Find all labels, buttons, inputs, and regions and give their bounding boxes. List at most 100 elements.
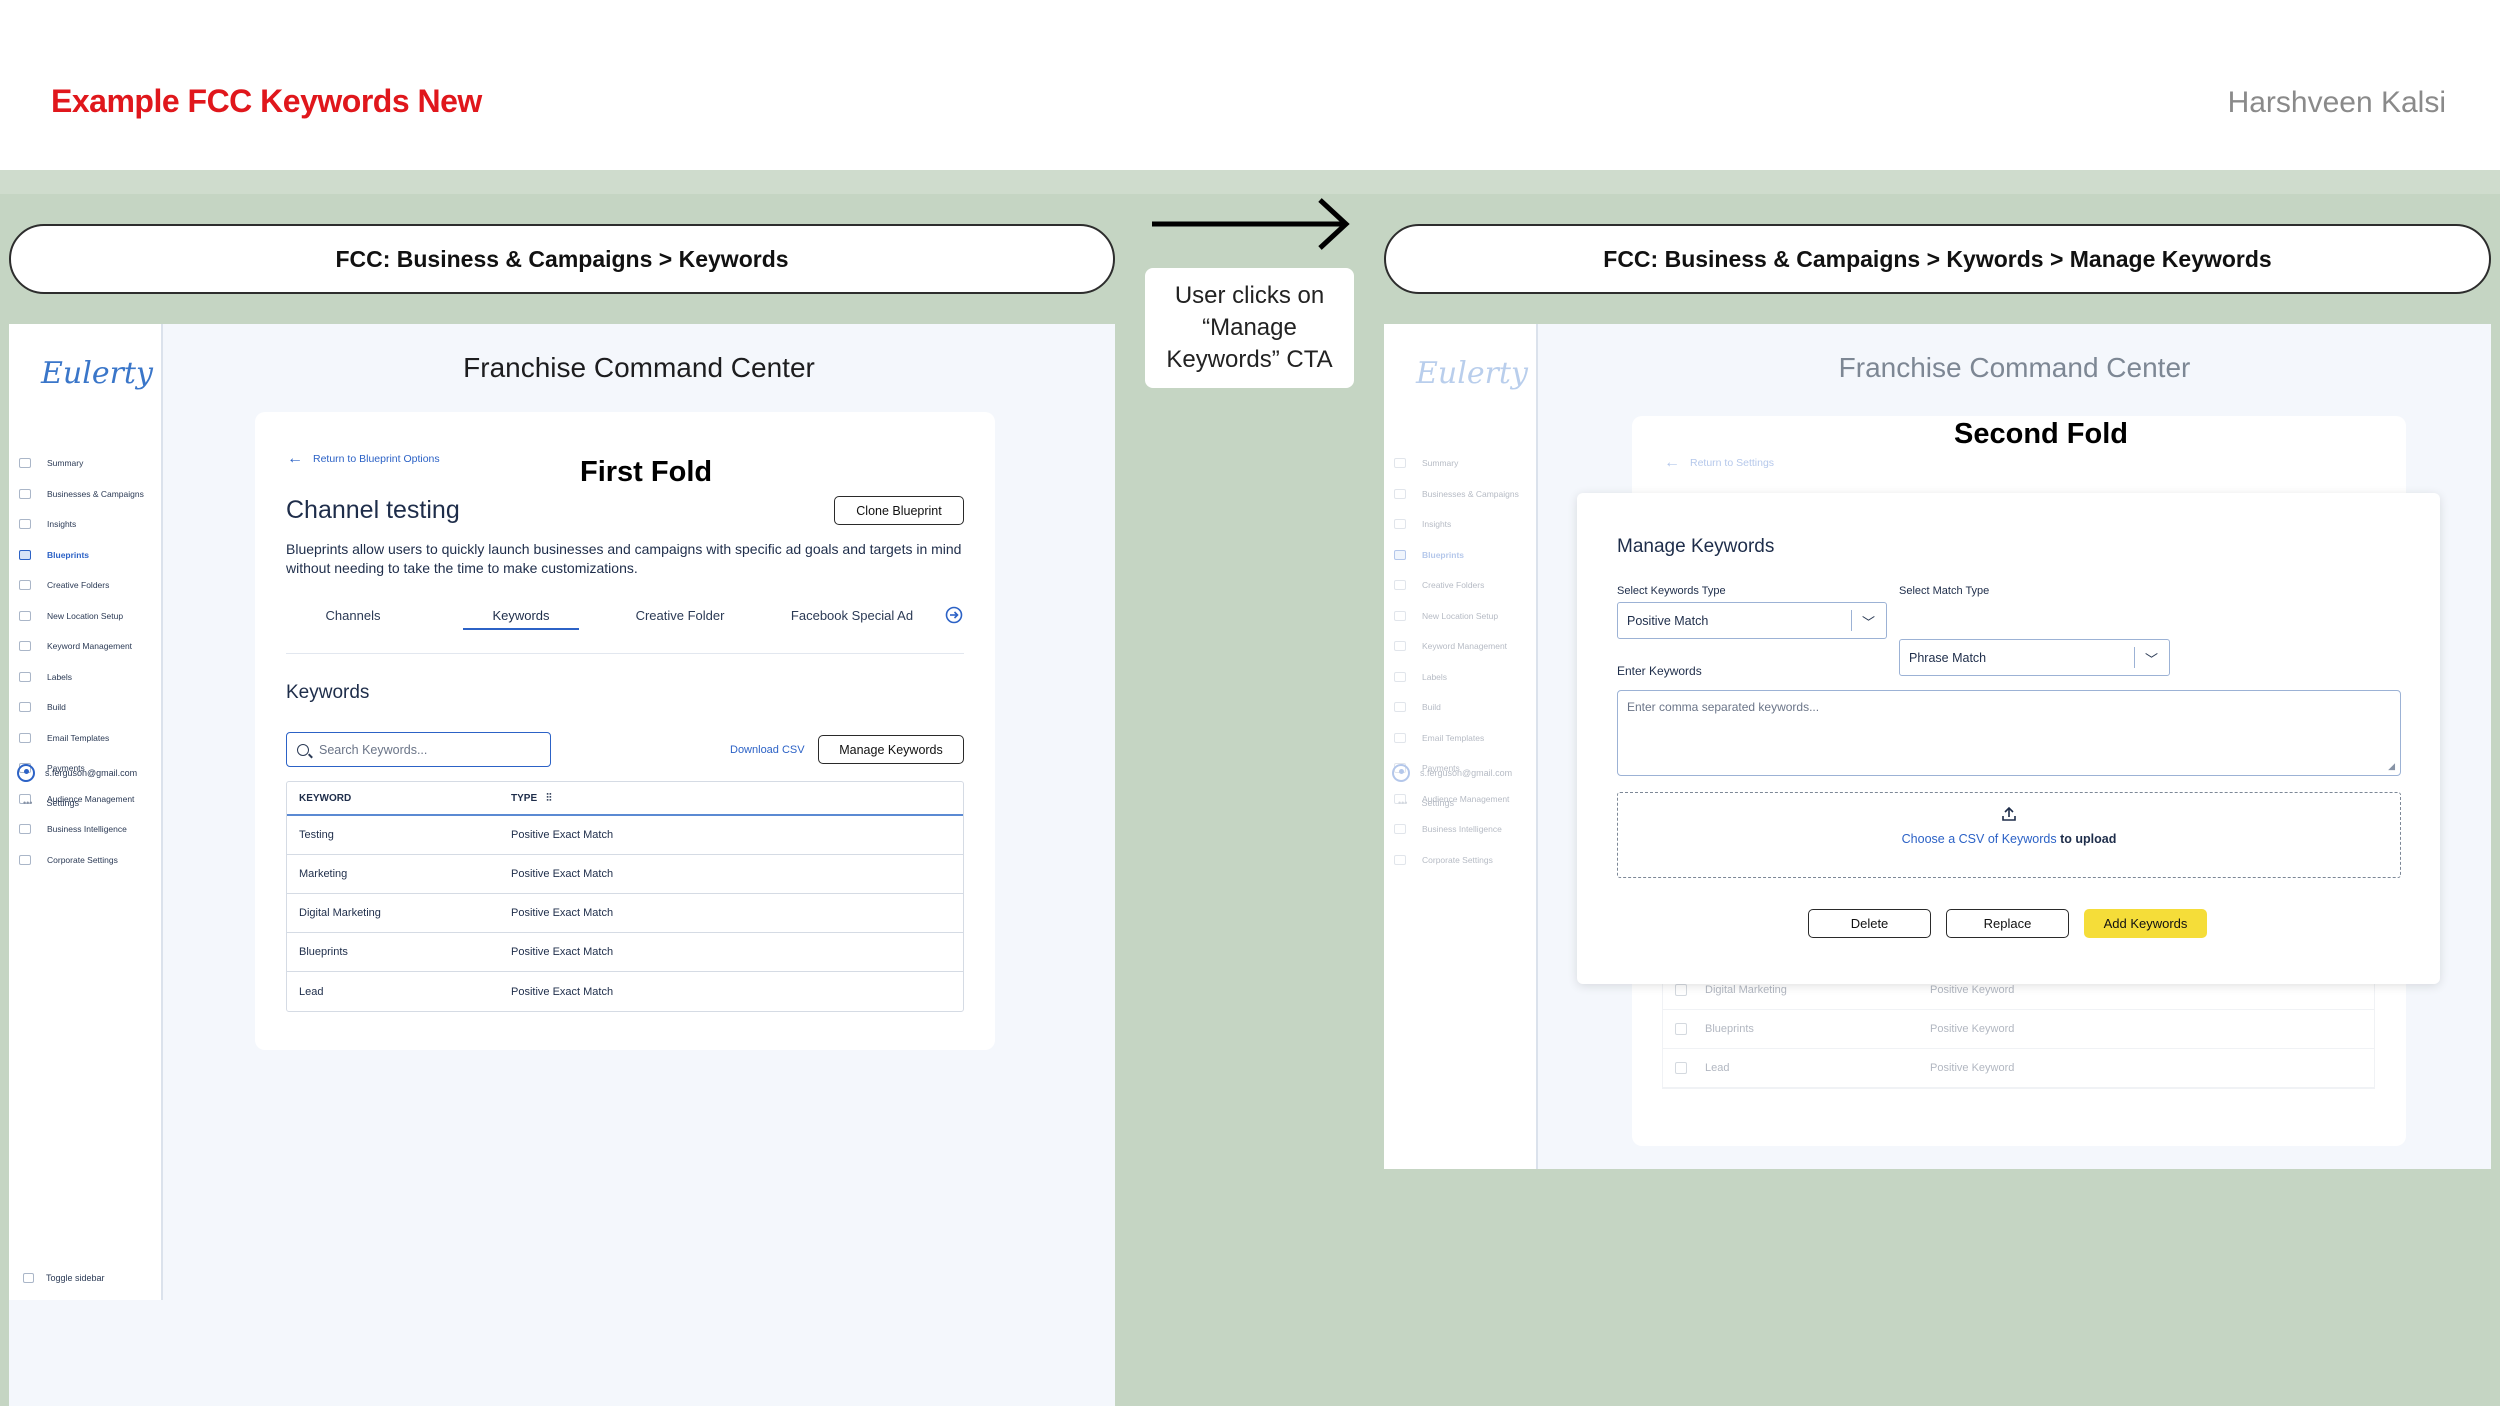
keyword-cell: Digital Marketing — [1705, 984, 1787, 996]
nav-label: Creative Folders — [47, 580, 110, 591]
nav-label: Keyword Management — [1422, 641, 1508, 652]
sidebar-item-summary[interactable]: Summary — [15, 448, 161, 479]
table-header: KEYWORD TYPE ⫶⫶ — [287, 782, 963, 816]
nav-label: Corporate Settings — [47, 854, 118, 865]
keyword-cell: Digital Marketing — [299, 907, 381, 919]
sidebar-item-corporate-settings[interactable]: Corporate Settings — [15, 845, 161, 876]
faded-sidebar-item-creative-folders: Creative Folders — [1390, 570, 1536, 601]
csv-dropzone[interactable]: Choose a CSV of Keywords to upload — [1617, 792, 2401, 878]
toggle-sidebar-button[interactable]: Toggle sidebar — [23, 1273, 105, 1283]
choose-csv-link[interactable]: Choose a CSV of Keywords — [1902, 832, 2057, 846]
blueprint-description: Blueprints allow users to quickly launch… — [286, 541, 962, 576]
right-sidebar: Eulerty Summary Businesses & Campaigns Ins… — [1384, 324, 1538, 1169]
right-breadcrumb: FCC: Business & Campaigns > Kywords > Ma… — [1384, 224, 2491, 294]
filter-icon[interactable]: ⫶⫶ — [546, 792, 552, 805]
table-body: Testing Positive Exact Match Marketing Posi… — [287, 816, 963, 1011]
tab-channels[interactable]: Channels — [286, 608, 420, 623]
summary-icon — [1394, 458, 1406, 469]
nav-label: Labels — [47, 671, 73, 682]
build-icon — [19, 702, 31, 713]
left-screen: Eulerty Summary Businesses & Campaigns Ins… — [9, 324, 1115, 1406]
nav-label: Businesses & Campaigns — [47, 488, 144, 499]
header-type-cell: TYPE ⫶⫶ — [511, 792, 963, 805]
sidebar-item-build[interactable]: Build — [15, 692, 161, 723]
more-dots-icon: ••• — [23, 798, 33, 808]
sidebar-item-business-intelligence[interactable]: Business Intelligence — [15, 814, 161, 845]
transition-note: User clicks on “Manage Keywords” CTA — [1145, 268, 1354, 388]
modal-title: Manage Keywords — [1617, 536, 1775, 557]
delete-button[interactable]: Delete — [1808, 909, 1931, 938]
faded-sidebar-item-blueprints: Blueprints — [1390, 540, 1536, 571]
settings-icon — [1394, 854, 1406, 865]
header-type: TYPE — [511, 792, 538, 804]
keyword-cell: Lead — [299, 985, 324, 998]
header-keyword: KEYWORD — [299, 792, 352, 804]
replace-button[interactable]: Replace — [1946, 909, 2069, 938]
sidebar-item-labels[interactable]: Labels — [15, 662, 161, 693]
keywords-type-select[interactable]: Positive Match ﹀ — [1617, 602, 1887, 639]
nav-label: Build — [47, 702, 66, 713]
eulerty-logo-faded: Eulerty — [1416, 356, 1528, 391]
manage-keywords-modal: Manage Keywords Select Keywords Type Pos… — [1577, 493, 2440, 984]
user-profile-faded: s.ferguson@gmail.com — [1392, 764, 1512, 782]
summary-icon — [19, 458, 31, 469]
label-icon — [1394, 671, 1406, 682]
faded-sidebar-item-business-intelligence: Business Intelligence — [1390, 814, 1536, 845]
back-link-label: Return to Blueprint Options — [313, 453, 440, 465]
arrow-circle-right-icon[interactable] — [945, 606, 963, 624]
checkbox — [1675, 1023, 1687, 1035]
keywords-type-value: Positive Match — [1627, 613, 1709, 628]
match-type-value: Phrase Match — [1909, 650, 1987, 665]
arrow-right-icon — [1152, 198, 1350, 250]
app-title-faded: Franchise Command Center — [1838, 352, 2191, 383]
insights-icon — [19, 519, 31, 530]
search-input[interactable]: Search Keywords... — [286, 732, 551, 767]
background-table-row: Lead Positive Keyword — [1663, 1049, 2374, 1088]
tab-facebook-special-ad[interactable]: Facebook Special Ad — [777, 608, 927, 623]
nav-label: Insights — [47, 519, 77, 530]
tab-active-underline — [463, 628, 579, 630]
tab-creative-folder[interactable]: Creative Folder — [615, 608, 745, 623]
blueprint-icon — [1394, 549, 1406, 560]
table-row: Digital Marketing Positive Exact Match — [287, 894, 963, 933]
search-icon — [297, 743, 309, 756]
clone-blueprint-button[interactable]: Clone Blueprint — [834, 496, 964, 525]
keyword-cell: Blueprints — [299, 946, 348, 958]
sidebar-item-insights[interactable]: Insights — [15, 509, 161, 540]
nav-label: Insights — [1422, 519, 1452, 530]
upload-suffix: to upload — [2060, 832, 2117, 846]
right-screen: Eulerty Summary Businesses & Campaigns Ins… — [1384, 324, 2491, 1169]
add-keywords-button[interactable]: Add Keywords — [2084, 909, 2207, 938]
checkbox — [1675, 984, 1687, 996]
nav-settings[interactable]: ••• Settings — [23, 798, 79, 808]
faded-sidebar-item-build: Build — [1390, 692, 1536, 723]
keywords-textarea[interactable]: Enter comma separated keywords... ◢ — [1617, 690, 2401, 776]
user-profile[interactable]: s.ferguson@gmail.com — [17, 764, 137, 782]
background-table-row: Blueprints Positive Keyword — [1663, 1010, 2374, 1049]
slide-author: Harshveen Kalsi — [2227, 86, 2446, 119]
match-type-select[interactable]: Phrase Match ﹀ — [1899, 639, 2170, 676]
location-icon — [1394, 610, 1406, 621]
nav-label: Keyword Management — [47, 641, 133, 652]
back-link-faded-label: Return to Settings — [1690, 457, 1775, 469]
type-cell: Positive Keyword — [1930, 1062, 2015, 1074]
sidebar-item-email-templates[interactable]: Email Templates — [15, 723, 161, 754]
back-link[interactable]: ← Return to Blueprint Options — [287, 450, 440, 468]
type-cell: Positive Exact Match — [511, 985, 614, 998]
nav-label: Build — [1422, 702, 1441, 713]
faded-sidebar-item-corporate-settings: Corporate Settings — [1390, 845, 1536, 876]
sidebar-item-businesses-campaigns[interactable]: Businesses & Campaigns — [15, 479, 161, 510]
sidebar-item-blueprints[interactable]: Blueprints — [15, 540, 161, 571]
faded-sidebar-item-summary: Summary — [1390, 448, 1536, 479]
sidebar-item-creative-folders[interactable]: Creative Folders — [15, 570, 161, 601]
channel-title: Channel testing — [286, 496, 460, 524]
nav-settings-faded: ••• Settings — [1398, 798, 1454, 808]
sidebar-item-keyword-management[interactable]: Keyword Management — [15, 631, 161, 662]
manage-keywords-button[interactable]: Manage Keywords — [818, 735, 964, 764]
tab-keywords[interactable]: Keywords — [463, 608, 579, 623]
sidebar-item-new-location-setup[interactable]: New Location Setup — [15, 601, 161, 632]
tabs-divider — [286, 653, 964, 654]
download-csv-link[interactable]: Download CSV — [730, 744, 805, 756]
folder-icon — [19, 580, 31, 591]
resize-handle-icon[interactable]: ◢ — [2388, 761, 2395, 772]
